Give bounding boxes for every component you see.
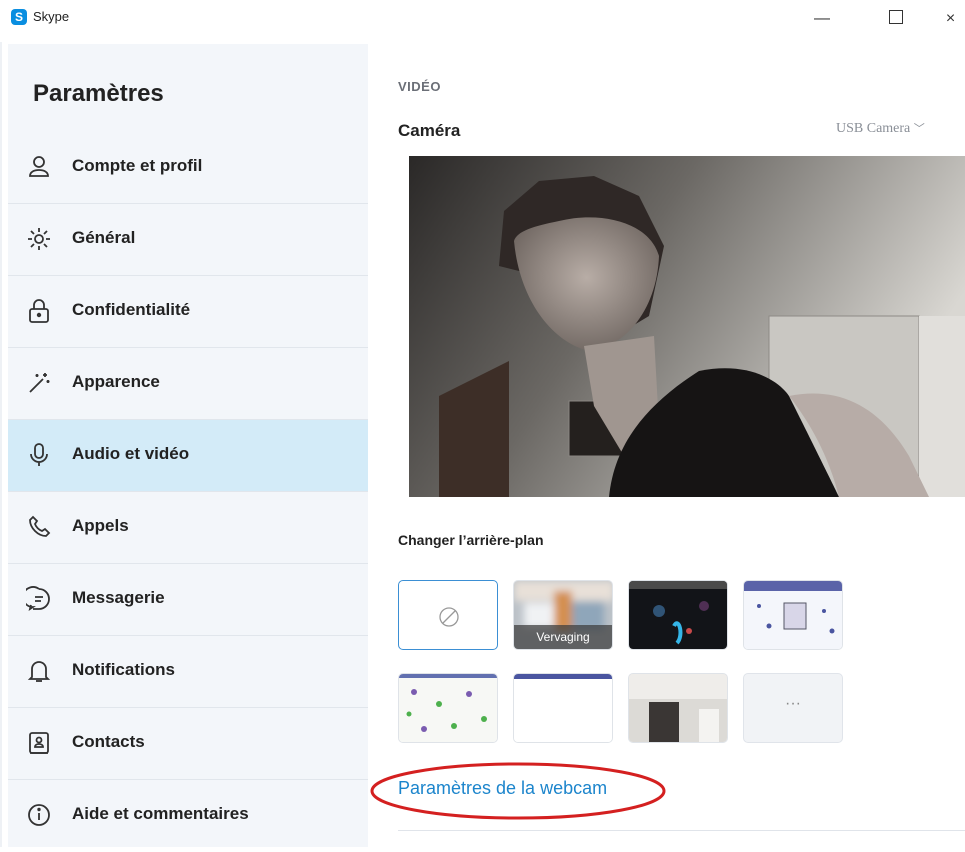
bell-icon [26, 658, 52, 684]
phone-icon [26, 514, 52, 540]
sidebar-item-appearance[interactable]: Apparence [8, 348, 368, 420]
maximize-button[interactable] [876, 4, 916, 34]
camera-select-value: USB Camera [836, 121, 911, 136]
title-bar: S Skype — × [0, 0, 965, 42]
sidebar-item-label: Apparence [72, 372, 160, 391]
sidebar-item-label: Aide et commentaires [72, 804, 249, 823]
sidebar-item-label: Confidentialité [72, 300, 191, 319]
plain-preview [514, 674, 612, 742]
background-option-snowflakes[interactable] [743, 580, 843, 650]
microphone-icon [26, 442, 52, 468]
sidebar-item-general[interactable]: Général [8, 204, 368, 276]
sidebar-item-label: Appels [72, 516, 129, 535]
chat-icon [22, 586, 52, 612]
minimize-button[interactable]: — [802, 4, 842, 34]
settings-sidebar: Paramètres Compte et profil Général Conf… [8, 44, 368, 847]
camera-select[interactable]: USB Camera ﹀ [836, 120, 925, 137]
sidebar-item-label: Compte et profil [72, 156, 203, 175]
aquarium-preview [629, 581, 727, 649]
sidebar-item-help-feedback[interactable]: Aide et commentaires [8, 780, 368, 852]
sidebar-item-label: Contacts [72, 732, 145, 751]
sidebar-item-messaging[interactable]: Messagerie [8, 564, 368, 636]
sidebar-item-label: Messagerie [72, 588, 165, 607]
contacts-icon [26, 730, 52, 756]
window-left-edge [0, 0, 2, 847]
camera-preview [409, 156, 965, 497]
chevron-down-icon: ﹀ [913, 123, 925, 135]
gear-icon [26, 226, 52, 252]
no-background-icon [439, 607, 459, 627]
sidebar-item-label: Notifications [72, 660, 175, 679]
skype-logo-icon: S [11, 9, 27, 25]
sidebar-title: Paramètres [33, 80, 164, 107]
red-annotation-circle [370, 762, 666, 820]
background-option-none[interactable] [398, 580, 498, 650]
background-label: Changer l’arrière-plan [398, 532, 544, 548]
sidebar-item-audio-video[interactable]: Audio et vidéo [8, 420, 368, 492]
background-option-room[interactable] [628, 673, 728, 743]
camera-label: Caméra [398, 121, 461, 140]
person-icon [26, 154, 52, 180]
section-label: VIDÉO [398, 79, 441, 94]
sidebar-item-notifications[interactable]: Notifications [8, 636, 368, 708]
window-title: Skype [33, 9, 70, 24]
trees-preview [399, 674, 497, 742]
sidebar-item-privacy[interactable]: Confidentialité [8, 276, 368, 348]
sidebar-item-contacts[interactable]: Contacts [8, 708, 368, 780]
background-option-trees[interactable] [398, 673, 498, 743]
background-option-dark-aquarium[interactable] [628, 580, 728, 650]
thumbnail-caption: Vervaging [514, 625, 612, 649]
sidebar-item-label: Général [72, 228, 136, 247]
sidebar-item-label: Audio et vidéo [72, 444, 190, 463]
background-option-plain[interactable] [513, 673, 613, 743]
more-icon: ··· [785, 695, 801, 712]
room-preview [629, 674, 727, 742]
close-button[interactable]: × [936, 4, 965, 34]
info-icon [26, 802, 52, 828]
maximize-icon [889, 10, 903, 25]
magic-wand-icon [26, 370, 52, 396]
camera-preview-image [409, 156, 965, 497]
sidebar-item-calls[interactable]: Appels [8, 492, 368, 564]
sidebar-item-account-profile[interactable]: Compte et profil [8, 132, 368, 204]
lock-icon [26, 298, 52, 324]
snowflakes-preview [744, 581, 842, 649]
more-backgrounds-button[interactable]: ··· [743, 673, 843, 743]
background-option-blur[interactable]: Vervaging [513, 580, 613, 650]
section-divider [398, 830, 965, 831]
